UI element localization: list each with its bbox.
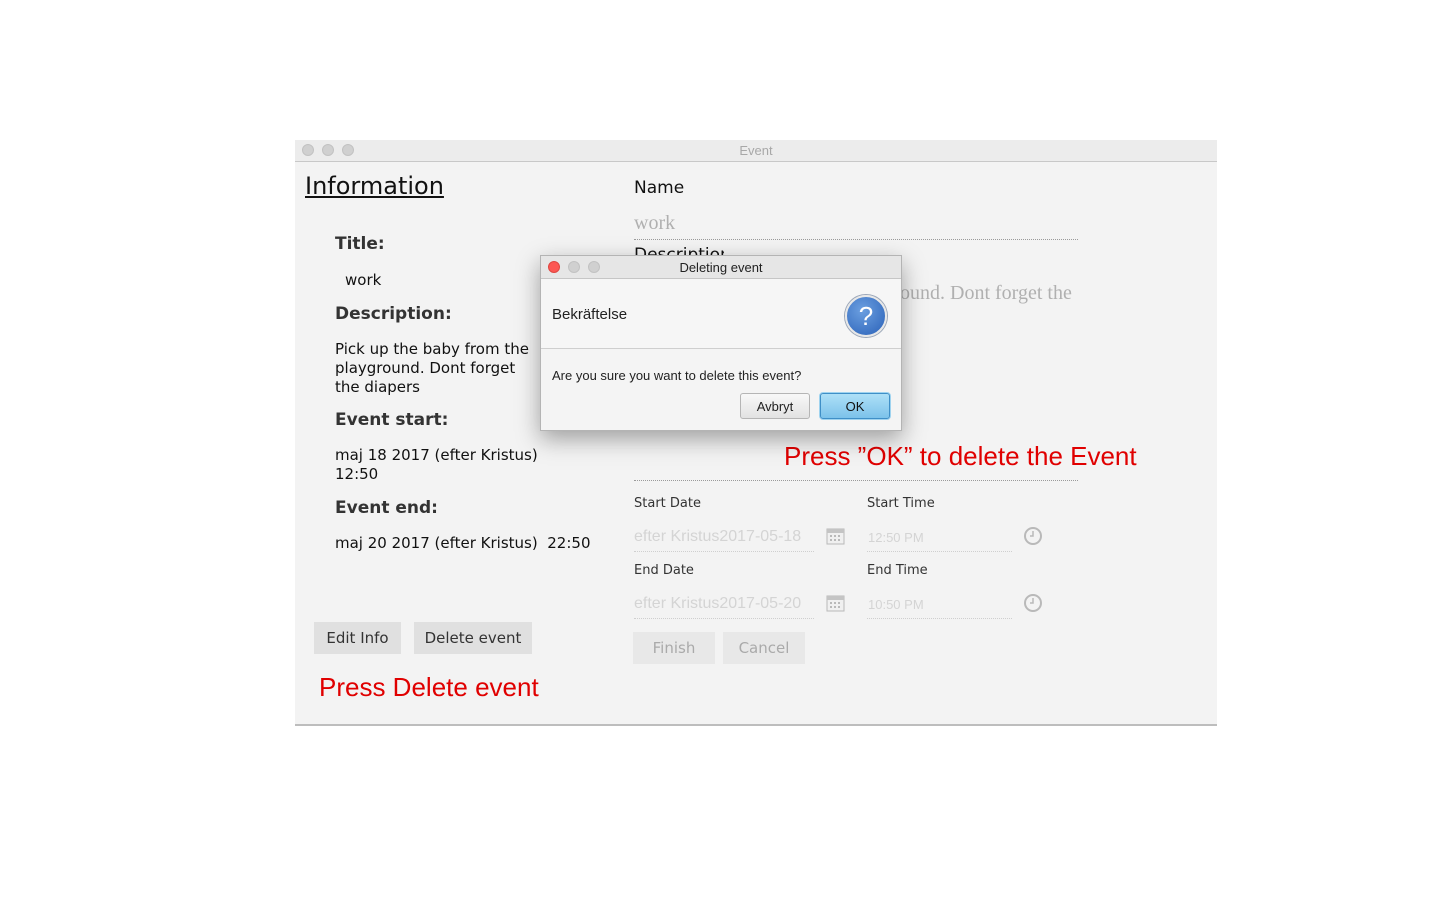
name-input[interactable]: work <box>634 212 675 235</box>
press-delete-annotation: Press Delete event <box>319 672 539 702</box>
description-input[interactable]: ound. Dont forget the <box>900 282 1072 305</box>
event-start-time: 12:50 <box>335 465 379 483</box>
information-heading: Information <box>305 172 444 200</box>
dialog-title: Deleting event <box>679 260 763 275</box>
name-input-underline <box>634 239 1078 240</box>
end-time-underline <box>867 618 1012 619</box>
question-icon: ? <box>845 295 887 337</box>
name-label: Name <box>634 178 685 198</box>
end-date-label: End Date <box>634 563 694 578</box>
clock-icon[interactable] <box>1023 526 1043 546</box>
edit-info-button[interactable]: Edit Info <box>314 622 401 654</box>
calendar-icon[interactable] <box>825 525 847 547</box>
dialog-header-text: Bekräftelse <box>552 306 628 323</box>
start-date-underline <box>634 551 814 552</box>
start-time-input[interactable]: 12:50 PM <box>868 530 924 545</box>
description-value: Pick up the baby from the playground. Do… <box>335 340 529 396</box>
delete-event-button[interactable]: Delete event <box>414 622 532 654</box>
calendar-icon[interactable] <box>825 592 847 614</box>
start-date-input[interactable]: efter Kristus2017-05-18 <box>634 528 801 546</box>
event-start-date: maj 18 2017 (efter Kristus) <box>335 446 538 464</box>
dialog-cancel-button[interactable]: Avbryt <box>740 393 810 419</box>
clock-icon[interactable] <box>1023 593 1043 613</box>
event-end-label: Event end: <box>335 498 438 518</box>
description-label: Description: <box>335 304 452 324</box>
end-time-label: End Time <box>867 563 928 578</box>
event-end-value: maj 20 2017 (efter Kristus) 22:50 <box>335 534 591 552</box>
dialog-message: Are you sure you want to delete this eve… <box>552 368 802 383</box>
title-value: work <box>345 271 382 289</box>
end-date-input[interactable]: efter Kristus2017-05-20 <box>634 595 801 613</box>
start-date-label: Start Date <box>634 496 701 511</box>
start-time-underline <box>867 551 1012 552</box>
start-time-label: Start Time <box>867 496 935 511</box>
end-time-input[interactable]: 10:50 PM <box>868 597 924 612</box>
press-ok-annotation: Press ”OK” to delete the Event <box>784 441 1137 471</box>
finish-button[interactable]: Finish <box>633 632 715 664</box>
delete-confirmation-dialog: Deleting event Bekräftelse ? Are you sur… <box>540 255 902 431</box>
dialog-header: Bekräftelse ? <box>541 279 901 349</box>
dialog-ok-button[interactable]: OK <box>820 393 890 419</box>
event-window: Event Information Title: work Descriptio… <box>295 140 1217 726</box>
dialog-titlebar[interactable]: Deleting event <box>541 256 901 279</box>
event-start-label: Event start: <box>335 410 449 430</box>
end-date-underline <box>634 618 814 619</box>
description-input-underline <box>634 480 1078 481</box>
window-titlebar[interactable]: Event <box>295 140 1217 162</box>
window-bottom-border <box>295 724 1217 726</box>
window-title: Event <box>739 143 773 158</box>
title-label: Title: <box>335 234 385 254</box>
cancel-button[interactable]: Cancel <box>723 632 805 664</box>
